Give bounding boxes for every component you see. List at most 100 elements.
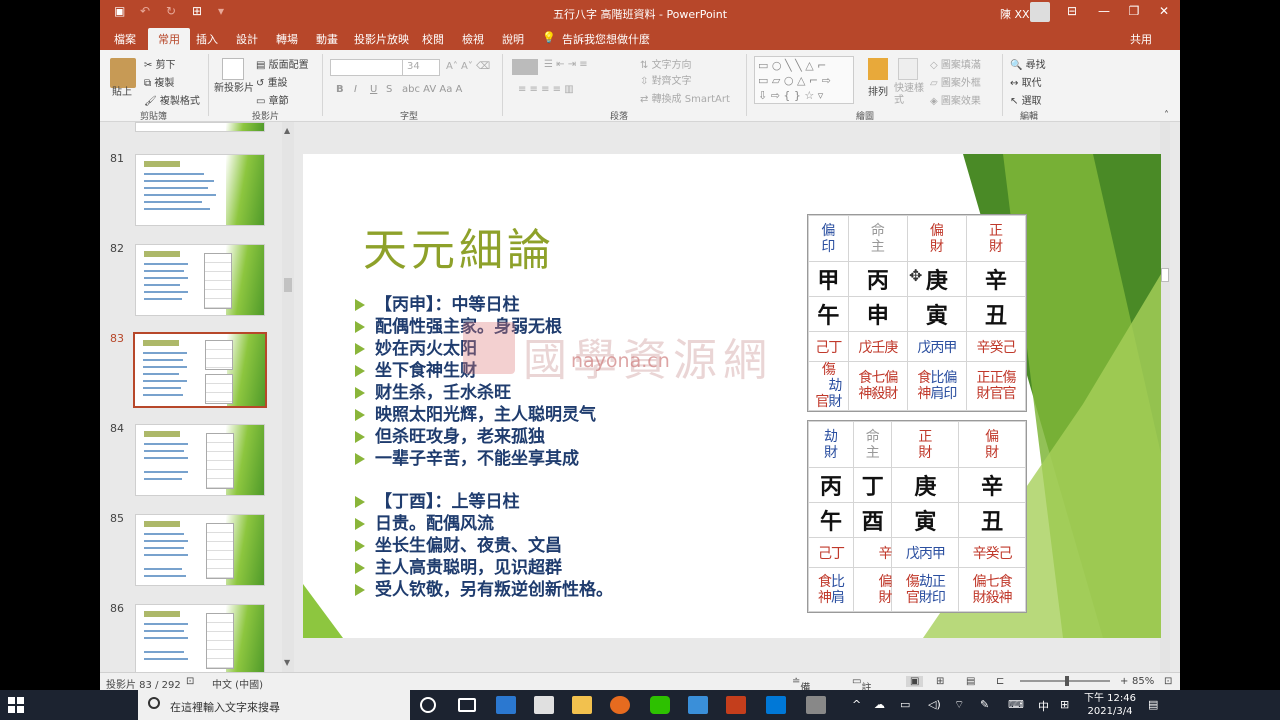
tab-view[interactable]: 檢視 bbox=[462, 31, 484, 47]
keyboard-icon[interactable]: ⌨ bbox=[1008, 698, 1024, 711]
tab-help[interactable]: 說明 bbox=[502, 31, 524, 47]
bazi-chart-dingyou[interactable]: 劫財 命主 正財 偏財 丙 丁 庚 辛 午 酉 寅 丑 己丁 辛 戊丙甲 辛癸己… bbox=[807, 420, 1027, 613]
shape-fill-button[interactable]: ◇ 圖案填滿 bbox=[930, 56, 981, 71]
network-icon[interactable]: ▭ bbox=[900, 698, 910, 711]
text-direction-button[interactable]: ⇅ 文字方向 bbox=[640, 56, 692, 71]
minimize-button[interactable]: — bbox=[1092, 4, 1116, 18]
fit-slide-icon[interactable]: ⊡ bbox=[1164, 676, 1172, 687]
font-more-icons[interactable]: abc AV Aa A bbox=[402, 84, 462, 95]
slide-sorter-icon[interactable]: ⊞ bbox=[936, 676, 944, 687]
format-painter-button[interactable]: 🖌 複製格式 bbox=[144, 92, 200, 107]
font-size-box[interactable]: 34 bbox=[402, 59, 440, 76]
slide-thumbnail-84[interactable] bbox=[135, 424, 265, 496]
reset-button[interactable]: ↺ 重設 bbox=[256, 74, 288, 89]
zoom-level[interactable]: 85% bbox=[1132, 676, 1154, 687]
store-icon[interactable] bbox=[534, 696, 554, 714]
scroll-down-icon[interactable]: ▼ bbox=[284, 658, 290, 667]
notes-button[interactable]: ≐ 備忘稿 bbox=[792, 676, 810, 690]
copy-button[interactable]: ⧉ 複製 bbox=[144, 74, 174, 89]
slide-thumbnail-80[interactable] bbox=[135, 122, 265, 132]
section-button[interactable]: ▭ 章節 bbox=[256, 92, 289, 107]
firefox-icon[interactable] bbox=[610, 696, 630, 714]
slide-thumbnail-81[interactable] bbox=[135, 154, 265, 226]
select-button[interactable]: ↖ 選取 bbox=[1010, 92, 1042, 107]
numbering-icon[interactable]: ☰ ⇤ ⇥ ≡ bbox=[544, 59, 588, 70]
share-button[interactable]: 共用 bbox=[1130, 31, 1152, 47]
printer-app-icon[interactable] bbox=[806, 696, 826, 714]
reading-view-icon[interactable]: ▤ bbox=[966, 676, 975, 687]
spellcheck-icon[interactable]: ⊡ bbox=[186, 676, 194, 687]
find-button[interactable]: 🔍 尋找 bbox=[1010, 56, 1046, 71]
bullets-icon[interactable] bbox=[512, 59, 538, 75]
slide-thumbnail-85[interactable] bbox=[135, 514, 265, 586]
quick-styles-icon[interactable] bbox=[898, 58, 918, 80]
collapse-ribbon-icon[interactable]: ˄ bbox=[1164, 110, 1169, 121]
shape-effects-button[interactable]: ◈ 圖案效果 bbox=[930, 92, 981, 107]
quick-styles-button[interactable]: 快速樣式 bbox=[894, 83, 924, 107]
arrange-button[interactable]: 排列 bbox=[868, 83, 888, 98]
task-view-icon[interactable] bbox=[458, 698, 476, 712]
slide-thumbnail-83[interactable] bbox=[133, 332, 267, 408]
shapes-gallery[interactable]: ▭ ○ ╲ ╲ △ ⌐ ▭ ▱ ○ △ ⌐ ⇨ ⇩ ⇨ { } ☆ ▿ bbox=[754, 56, 854, 104]
smartart-button[interactable]: ⇄ 轉換成 SmartArt bbox=[640, 90, 730, 105]
ime-indicator[interactable]: 中 bbox=[1038, 698, 1049, 714]
user-name[interactable]: 陳 XX bbox=[1000, 6, 1030, 22]
tab-design[interactable]: 設計 bbox=[236, 31, 258, 47]
normal-view-icon[interactable]: ▣ bbox=[906, 676, 924, 687]
language-indicator[interactable]: 中文 (中國) bbox=[212, 676, 263, 690]
zoom-slider-knob[interactable] bbox=[1065, 676, 1070, 686]
maximize-button[interactable]: ❐ bbox=[1122, 4, 1146, 18]
ime-mode-icon[interactable]: ⊞ bbox=[1060, 698, 1069, 711]
ribbon-display-icon[interactable]: ⊟ bbox=[1060, 4, 1084, 18]
tab-animations[interactable]: 動畫 bbox=[316, 31, 338, 47]
replace-button[interactable]: ↔ 取代 bbox=[1010, 74, 1042, 89]
bazi-chart-bingshen[interactable]: 偏印 命主 偏財 正財 甲 丙 庚 辛 午 申 寅 丑 己丁 戊壬庚 戊丙甲 辛… bbox=[807, 214, 1027, 412]
notifications-icon[interactable]: ▤ bbox=[1148, 698, 1158, 711]
tab-slideshow[interactable]: 投影片放映 bbox=[354, 31, 409, 47]
tab-home[interactable]: 常用 bbox=[148, 28, 190, 50]
slide-thumbnail-82[interactable] bbox=[135, 244, 265, 316]
zoom-in-icon[interactable]: + bbox=[1120, 676, 1128, 687]
thumbnails-scrollbar[interactable]: ▲ ▼ bbox=[282, 122, 294, 672]
windows-start-icon[interactable] bbox=[8, 697, 24, 713]
layout-button[interactable]: ▤ 版面配置 bbox=[256, 56, 309, 71]
tab-file[interactable]: 檔案 bbox=[114, 31, 136, 47]
media-app-icon[interactable] bbox=[766, 696, 786, 714]
tray-expand-icon[interactable]: ^ bbox=[852, 698, 861, 711]
avatar[interactable] bbox=[1030, 2, 1050, 22]
tell-me-search[interactable]: 告訴我您想做什麼 bbox=[562, 31, 650, 47]
align-icons[interactable]: ≡ ≡ ≡ ≡ ▥ bbox=[518, 84, 574, 95]
new-slide-button[interactable]: 新投影片 bbox=[214, 83, 254, 95]
scroll-thumb[interactable] bbox=[284, 278, 292, 292]
italic-button[interactable]: I bbox=[354, 84, 357, 95]
tab-insert[interactable]: 插入 bbox=[196, 31, 218, 47]
slide-scrollbar[interactable] bbox=[1160, 122, 1170, 672]
scroll-up-icon[interactable]: ▲ bbox=[284, 126, 290, 135]
file-explorer-icon[interactable] bbox=[572, 696, 592, 714]
cloud-icon[interactable]: ☁ bbox=[874, 698, 885, 711]
slide-scroll-thumb[interactable] bbox=[1161, 268, 1169, 282]
app-icon[interactable] bbox=[688, 696, 708, 714]
new-slide-icon[interactable] bbox=[222, 58, 244, 80]
taskbar-clock[interactable]: 下午 12:46 2021/3/4 bbox=[1084, 692, 1136, 718]
slide-canvas[interactable]: 天元細論 【丙申】：中等日柱 配偶性强主家。身弱无根 妙在丙火太阳 坐下食神生财… bbox=[303, 154, 1161, 638]
shape-outline-button[interactable]: ▱ 圖案外框 bbox=[930, 74, 981, 89]
comments-button[interactable]: ▭ 註解 bbox=[852, 676, 871, 690]
grow-font-icon[interactable]: A˄ A˅ ⌫ bbox=[446, 61, 490, 72]
wechat-icon[interactable] bbox=[650, 696, 670, 714]
slide-thumbnail-86[interactable] bbox=[135, 604, 265, 676]
paste-button[interactable]: 貼上 bbox=[112, 83, 132, 98]
cortana-icon[interactable] bbox=[420, 697, 436, 713]
underline-button[interactable]: U bbox=[370, 84, 377, 95]
volume-icon[interactable]: ◁) bbox=[928, 698, 941, 711]
arrange-icon[interactable] bbox=[868, 58, 888, 80]
align-text-button[interactable]: ⇳ 對齊文字 bbox=[640, 72, 692, 87]
taskbar-search-box[interactable]: 在這裡輸入文字來搜尋 bbox=[138, 690, 410, 720]
slideshow-icon[interactable]: ⊏ bbox=[996, 676, 1004, 687]
tab-review[interactable]: 校閱 bbox=[422, 31, 444, 47]
mail-icon[interactable] bbox=[496, 696, 516, 714]
shadow-button[interactable]: S bbox=[386, 84, 392, 95]
cut-button[interactable]: ✂ 剪下 bbox=[144, 56, 176, 71]
bold-button[interactable]: B bbox=[336, 84, 344, 95]
wifi-icon[interactable]: ⌔ bbox=[954, 698, 964, 712]
